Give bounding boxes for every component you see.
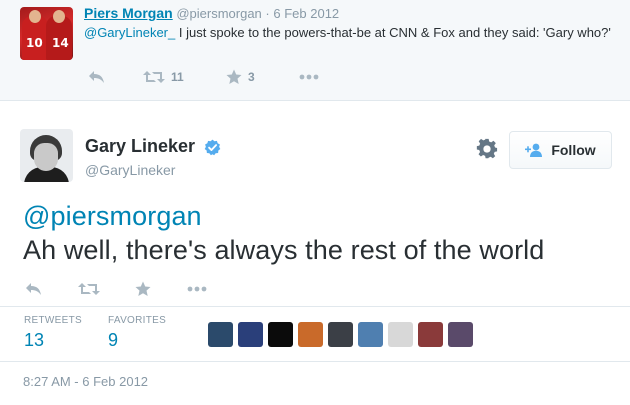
parent-retweet-button[interactable]: 11 <box>143 67 184 87</box>
favorite-button[interactable] <box>135 279 151 299</box>
favoriter-avatar[interactable] <box>448 322 473 347</box>
retweets-label: RETWEETS <box>24 315 82 326</box>
parent-tweet-header: Piers Morgan @piersmorgan · 6 Feb 2012 <box>84 5 339 21</box>
avatar-face <box>34 143 58 171</box>
retweets-count: 13 <box>24 330 45 350</box>
verified-badge-icon <box>204 139 221 156</box>
follow-button[interactable]: Follow <box>509 131 612 169</box>
parent-tweet-text: @GaryLineker_ I just spoke to the powers… <box>84 24 614 41</box>
reply-icon <box>26 283 41 295</box>
parent-tweet-date[interactable]: 6 Feb 2012 <box>273 6 339 21</box>
parent-tweet[interactable]: 10 14 Piers Morgan @piersmorgan · 6 Feb … <box>0 0 630 101</box>
retweet-button[interactable] <box>78 279 100 299</box>
retweet-icon <box>78 283 100 295</box>
author-avatar[interactable] <box>20 129 73 182</box>
parent-favorite-count: 3 <box>248 70 255 84</box>
favoriter-avatar[interactable] <box>268 322 293 347</box>
parent-retweet-count: 11 <box>171 70 184 84</box>
parent-tweet-body: I just spoke to the powers-that-be at CN… <box>175 25 611 40</box>
retweet-icon <box>143 71 165 83</box>
avatar-face-right <box>53 10 65 23</box>
more-button[interactable] <box>187 279 207 299</box>
avatar-shirt-number: 14 <box>52 36 69 50</box>
favoriter-avatar[interactable] <box>358 322 383 347</box>
tweet-text: @piersmorgan Ah well, there's always the… <box>23 199 618 267</box>
favoriter-avatar[interactable] <box>298 322 323 347</box>
favorites-label: FAVORITES <box>108 315 167 326</box>
more-dots-icon <box>299 74 319 80</box>
tweet-body: Ah well, there's always the rest of the … <box>23 235 545 265</box>
favoriter-avatars <box>208 322 473 347</box>
retweets-stat[interactable]: RETWEETS 13 <box>24 315 82 351</box>
favorites-count: 9 <box>108 330 119 350</box>
parent-author-name[interactable]: Piers Morgan <box>84 5 173 21</box>
avatar-face-left <box>29 10 41 23</box>
author-handle[interactable]: @GaryLineker <box>85 162 175 178</box>
parent-author-handle[interactable]: @piersmorgan <box>176 6 261 21</box>
favorite-star-icon <box>135 281 151 296</box>
parent-mention-link[interactable]: @GaryLineker_ <box>84 25 175 40</box>
tweet-stats: RETWEETS 13 FAVORITES 9 <box>0 306 630 362</box>
favoriter-avatar[interactable] <box>388 322 413 347</box>
parent-favorite-button[interactable]: 3 <box>226 67 255 87</box>
follow-button-label: Follow <box>551 142 596 158</box>
parent-reply-button[interactable] <box>88 67 105 87</box>
favoriter-avatar[interactable] <box>208 322 233 347</box>
favoriter-avatar[interactable] <box>418 322 443 347</box>
favoriter-avatar[interactable] <box>328 322 353 347</box>
follow-person-plus-icon <box>525 143 543 157</box>
parent-more-button[interactable] <box>299 67 319 87</box>
more-dots-icon <box>187 286 207 292</box>
favoriter-avatar[interactable] <box>238 322 263 347</box>
favorites-stat[interactable]: FAVORITES 9 <box>108 315 166 351</box>
parent-tweet-avatar[interactable]: 10 14 <box>20 7 73 60</box>
reply-icon <box>89 71 104 83</box>
tweet-mention-link[interactable]: @piersmorgan <box>23 199 618 233</box>
gear-icon[interactable] <box>476 138 498 160</box>
author-name[interactable]: Gary Lineker <box>85 136 195 157</box>
tweet-timestamp[interactable]: 8:27 AM - 6 Feb 2012 <box>23 374 148 389</box>
parent-separator: · <box>265 6 270 21</box>
avatar-shirt-number: 10 <box>26 36 43 50</box>
favorite-star-icon <box>226 69 242 84</box>
reply-button[interactable] <box>25 279 42 299</box>
